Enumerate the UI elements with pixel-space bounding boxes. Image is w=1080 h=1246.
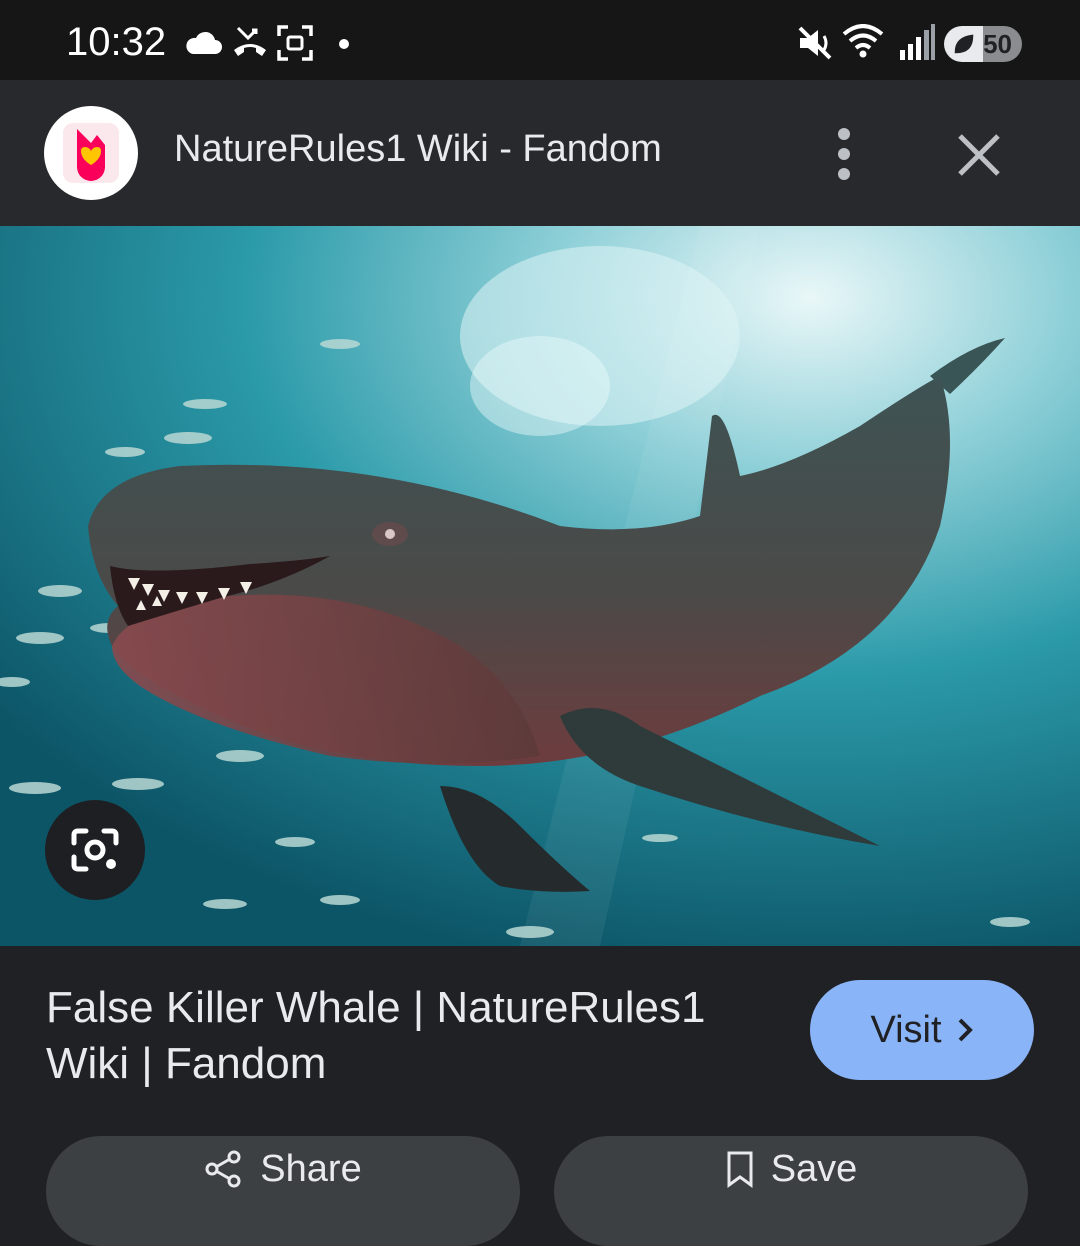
mute-icon	[798, 26, 832, 60]
bookmark-icon	[727, 1151, 753, 1188]
visit-button[interactable]: Visit	[810, 980, 1034, 1080]
dot-icon	[339, 39, 349, 49]
result-image[interactable]	[0, 226, 1080, 946]
share-label: Share	[260, 1147, 362, 1190]
visit-label: Visit	[870, 1008, 942, 1051]
chevron-right-icon	[958, 1018, 973, 1042]
battery-level: 50	[983, 29, 1012, 59]
missed-call-icon	[234, 26, 266, 56]
status-bar: 10:32 50	[0, 0, 1080, 80]
result-title[interactable]: False Killer Whale | NatureRules1 Wiki |…	[46, 980, 766, 1092]
site-title[interactable]: NatureRules1 Wiki - Fandom	[174, 128, 662, 171]
fandom-logo-icon[interactable]	[44, 106, 138, 200]
save-button[interactable]: Save	[554, 1136, 1028, 1246]
cloud-icon	[186, 31, 222, 54]
battery-indicator: 50	[944, 26, 1022, 62]
signal-icon	[900, 24, 935, 60]
battery-saver-icon	[954, 34, 974, 54]
false-killer-whale-image	[0, 226, 1080, 946]
google-lens-icon	[71, 828, 119, 872]
google-lens-button[interactable]	[45, 800, 145, 900]
wifi-icon	[842, 24, 884, 58]
save-label: Save	[770, 1147, 858, 1190]
result-header: NatureRules1 Wiki - Fandom	[0, 80, 1080, 226]
close-icon[interactable]	[950, 126, 1008, 184]
share-button[interactable]: Share	[46, 1136, 520, 1246]
more-vert-icon[interactable]	[820, 126, 868, 182]
share-icon	[205, 1150, 241, 1188]
status-time: 10:32	[66, 20, 167, 64]
screenshot-icon	[277, 25, 313, 61]
